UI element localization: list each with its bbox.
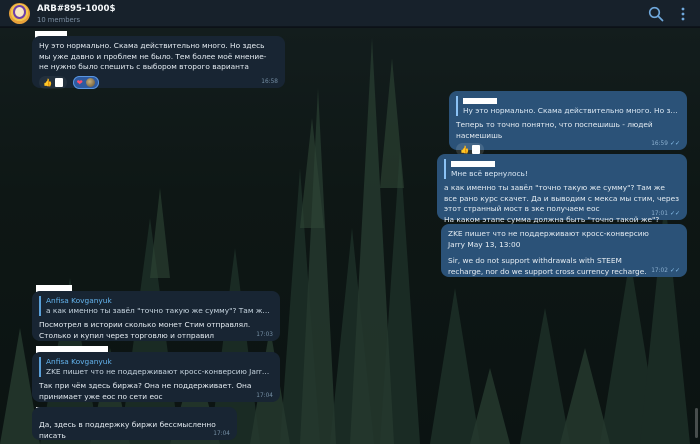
message-bubble[interactable]: Anfisa Kovganyuk ZKE пишет что не поддер… [32,352,280,402]
double-check-icon: ✓✓ [669,210,680,217]
redacted-quote-author [451,161,495,167]
chat-title[interactable]: ARB#895-1000$ [37,4,115,14]
message-text: Так при чём здесь биржа? Она не поддержи… [39,380,252,401]
members-count[interactable]: 10 members [37,16,80,24]
message-text: ZKE пишет что не поддерживают кросс-конв… [448,229,649,238]
reaction-user-avatar [472,145,481,155]
message-bubble[interactable]: Да, здесь в поддержку биржи бессмысленно… [32,407,237,440]
reply-quote[interactable]: Мне всё вернулось! [444,159,680,179]
message-text: Теперь то точно понятно, что поспешишь -… [456,119,653,140]
message-text: Jarry May 13, 13:00 [448,239,521,249]
message-time: 16:58 [261,79,278,85]
reply-quote[interactable]: Ну это нормально. Скама действительно мн… [456,96,680,116]
double-check-icon: ✓✓ [669,140,680,147]
message-time: 16:59 ✓✓ [651,140,680,147]
thumbs-up-icon: 👍 [43,77,53,87]
message-bubble[interactable]: Anfisa Kovganyuk а как именно ты завёл "… [32,291,280,341]
thumbs-up-icon: 👍 [460,145,470,155]
quote-text: а как именно ты завёл "точно такую же су… [46,305,273,315]
heart-icon: ❤ [76,77,83,87]
search-icon[interactable] [648,6,664,22]
message-time: 17:03 [256,332,273,338]
message-bubble[interactable]: Ну это нормально. Скама действительно мн… [449,91,687,157]
quote-text: ZKE пишет что не поддерживают кросс-конв… [46,366,273,376]
redacted-quote-author [463,98,497,104]
message-bubble[interactable]: ZKE пишет что не поддерживают кросс-конв… [441,224,687,277]
reply-quote[interactable]: Anfisa Kovganyuk ZKE пишет что не поддер… [39,357,273,377]
message-text: Посмотрел в истории сколько монет Стим о… [39,319,251,340]
reply-quote[interactable]: Anfisa Kovganyuk а как именно ты завёл "… [39,296,273,316]
group-avatar[interactable] [9,3,30,24]
reaction-thumbs-up[interactable]: 👍 [39,75,68,89]
message-time: 17:04 [256,393,273,399]
message-text: Sir, we do not support withdrawals with … [448,256,647,276]
quote-text: Мне всё вернулось! [451,168,528,178]
double-check-icon: ✓✓ [669,267,680,274]
reaction-heart[interactable]: ❤ [72,75,99,89]
reaction-user-avatar [55,77,64,87]
message-bubble[interactable]: Мне всё вернулось! а как именно ты завёл… [437,154,687,224]
message-time: 17:04 [213,431,230,437]
quote-author: Anfisa Kovganyuk [46,357,112,366]
message-text: Да, здесь в поддержку биржи бессмысленно… [39,420,216,440]
quote-author: Anfisa Kovganyuk [46,296,112,305]
message-time: 17:02 ✓✓ [651,267,680,274]
more-vertical-icon[interactable] [675,6,691,22]
message-text: Ну это нормально. Скама действительно мн… [39,41,267,72]
reactions-row: 👍 ❤ [39,75,278,89]
reaction-user-avatar [85,77,95,87]
message-time: 17:01 ✓✓ [651,210,680,217]
chat-header: ARB#895-1000$ 10 members [0,0,700,27]
message-bubble[interactable]: Ну это нормально. Скама действительно мн… [32,36,285,89]
message-text: а как именно ты завёл "точно такую же су… [444,182,680,214]
scrollbar[interactable] [695,408,698,438]
quote-text: Ну это нормально. Скама действительно мн… [463,105,680,115]
